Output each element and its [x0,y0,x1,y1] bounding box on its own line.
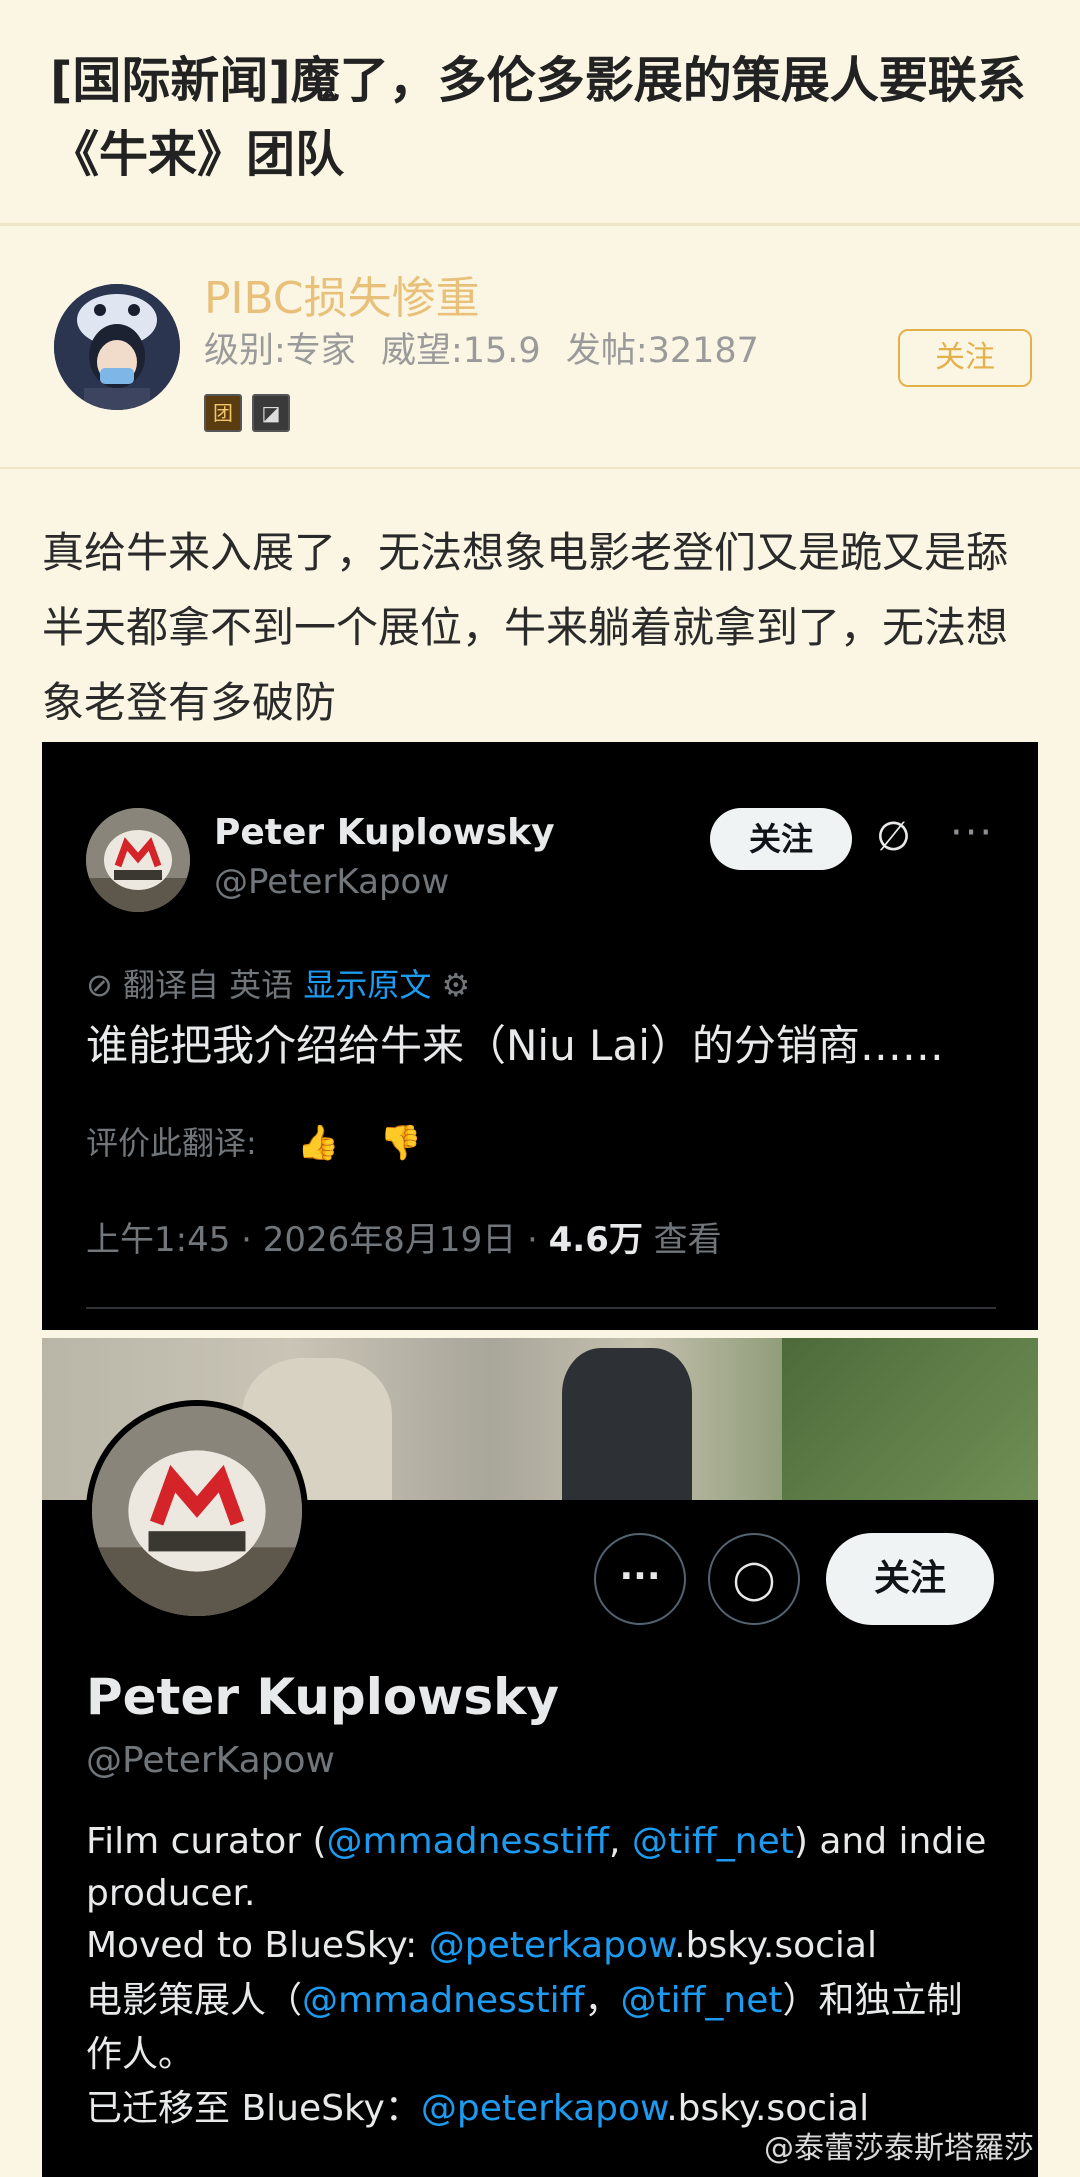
bio-text: Film curator ( [86,1821,327,1862]
bio-text: .bsky.social [674,1925,877,1966]
translation-bar: ⊘ 翻译自 英语 显示原文 ⚙ [86,960,470,1006]
bio-mention: @tiff_net [620,1980,783,2021]
author-badge-icon: 团 [204,394,242,432]
thumbs-down-icon: 👎 [379,1123,422,1163]
bio-text: 电影策展人（ [86,1980,303,2021]
tweet-author-handle: @PeterKapow [214,862,450,902]
profile-follow-button: 关注 [826,1533,994,1625]
tweet-timestamp: 上午1:45 · 2026年8月19日 · 4.6万 查看 [86,1212,722,1261]
follow-author-button[interactable]: 关注 [898,329,1032,387]
author-avatar[interactable] [54,284,180,410]
message-icon: ◯ [708,1533,800,1625]
profile-more-icon: ··· [594,1533,686,1625]
show-original-link: 显示原文 [303,966,432,1004]
bio-mention: @peterkapow [420,2088,667,2129]
more-options-icon: ··· [950,810,995,856]
author-medal-icon: ◪ [252,394,290,432]
profile-bio-zh: 电影策展人（@mmadnesstiff，@tiff_net）和独立制作人。 已迁… [86,1974,996,2136]
bio-mention: @mmadnesstiff [326,1821,609,1862]
author-card: PIBC损失惨重 级别:专家 威望:15.9 发帖:32187 团 ◪ 关注 [0,229,1080,469]
author-post-count: 发帖:32187 [565,331,759,371]
post-title: [国际新闻]魔了，多伦多影展的策展人要联系《牛来》团队 [50,52,1026,183]
post-body: 真给牛来入展了，无法想象电影老登们又是跪又是舔半天都拿不到一个展位，牛来躺着就拿… [42,528,1009,727]
thumbs-up-icon: 👍 [296,1123,340,1163]
tweet-time: 上午1:45 · 2026年8月19日 · [86,1220,549,1260]
tweet-views-label: 查看 [642,1220,722,1260]
profile-handle: @PeterKapow [86,1740,335,1781]
author-prestige: 威望:15.9 [380,331,541,371]
bio-mention: @mmadnesstiff [302,1980,585,2021]
tweet-screenshot: Peter Kuplowsky @PeterKapow 关注 ∅ ··· ⊘ 翻… [42,742,1038,1330]
profile-bio-en: Film curator (@mmadnesstiff, @tiff_net) … [86,1816,996,1972]
bio-text: ， [584,1980,621,2021]
weibo-watermark: @泰蕾莎泰斯塔羅莎 [764,2131,1034,2166]
author-level: 级别:专家 [204,331,356,371]
rate-translation: 评价此翻译: 👍 👎 [86,1118,422,1164]
bio-text: Moved to BlueSky: [86,1925,429,1966]
tweet-views-count: 4.6万 [548,1220,643,1260]
translated-from: 翻译自 英语 [122,966,294,1004]
post-header: [国际新闻]魔了，多伦多影展的策展人要联系《牛来》团队 [0,0,1080,226]
settings-icon: ⚙ [441,966,471,1004]
rate-label: 评价此翻译: [86,1124,257,1162]
tweet-text: 谁能把我介绍给牛来（Niu Lai）的分销商…… [86,1021,944,1070]
bio-text: , [608,1821,632,1862]
tweet-author-name: Peter Kuplowsky [214,812,555,853]
author-name[interactable]: PIBC损失惨重 [204,262,480,326]
profile-avatar [86,1400,308,1622]
translate-icon: ⊘ [86,966,123,1004]
bio-mention: @peterkapow [428,1925,675,1966]
profile-screenshot: ··· ◯ 关注 Peter Kuplowsky @PeterKapow Fil… [42,1338,1038,2177]
tweet-follow-button: 关注 [710,808,852,870]
author-meta: 级别:专家 威望:15.9 发帖:32187 [204,322,773,373]
tweet-avatar [86,808,190,912]
profile-name: Peter Kuplowsky [86,1668,559,1726]
grok-icon: ∅ [876,814,911,860]
bio-mention: @tiff_net [631,1821,794,1862]
bio-text: 已迁移至 BlueSky： [86,2088,421,2129]
divider [86,1307,996,1309]
